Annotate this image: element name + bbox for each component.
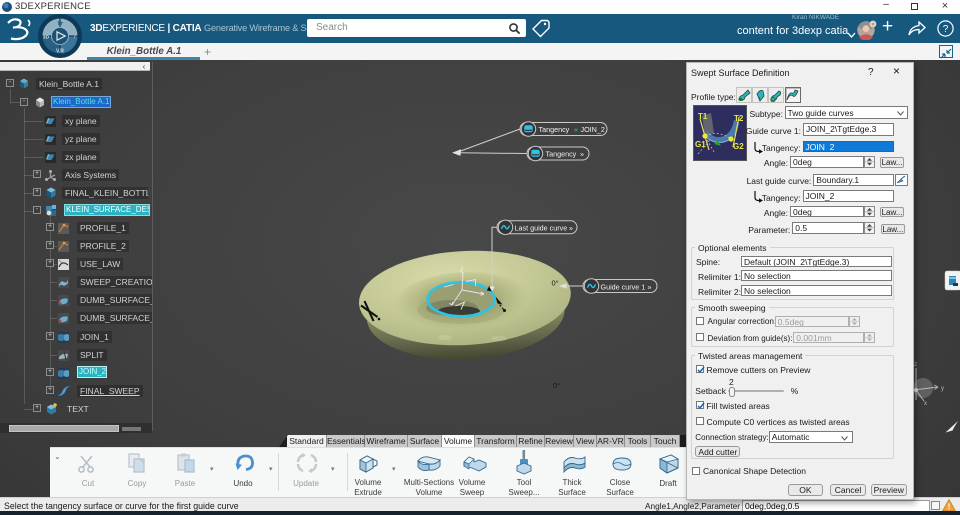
svg-text:»: » — [580, 150, 584, 159]
svg-text:»: » — [569, 224, 573, 233]
svg-text:?: ? — [943, 24, 949, 35]
svg-text:«: « — [574, 125, 578, 134]
svg-text:y: y — [941, 386, 944, 392]
svg-text:3D: 3D — [43, 35, 50, 41]
svg-text:Guide curve 1: Guide curve 1 — [601, 282, 646, 291]
svg-text:0°: 0° — [553, 381, 560, 390]
svg-text:Tangency: Tangency — [539, 125, 570, 134]
svg-text:»: » — [648, 283, 652, 292]
svg-text:x: x — [924, 401, 927, 407]
svg-text:Tangency: Tangency — [546, 149, 577, 158]
svg-text:Yr: Yr — [57, 21, 64, 27]
svg-text:JOIN_2: JOIN_2 — [581, 125, 605, 134]
svg-text:V.R: V.R — [56, 49, 64, 55]
svg-text:z: z — [914, 362, 917, 368]
svg-text:0°: 0° — [552, 279, 559, 288]
svg-text:Last guide curve: Last guide curve — [515, 223, 568, 232]
